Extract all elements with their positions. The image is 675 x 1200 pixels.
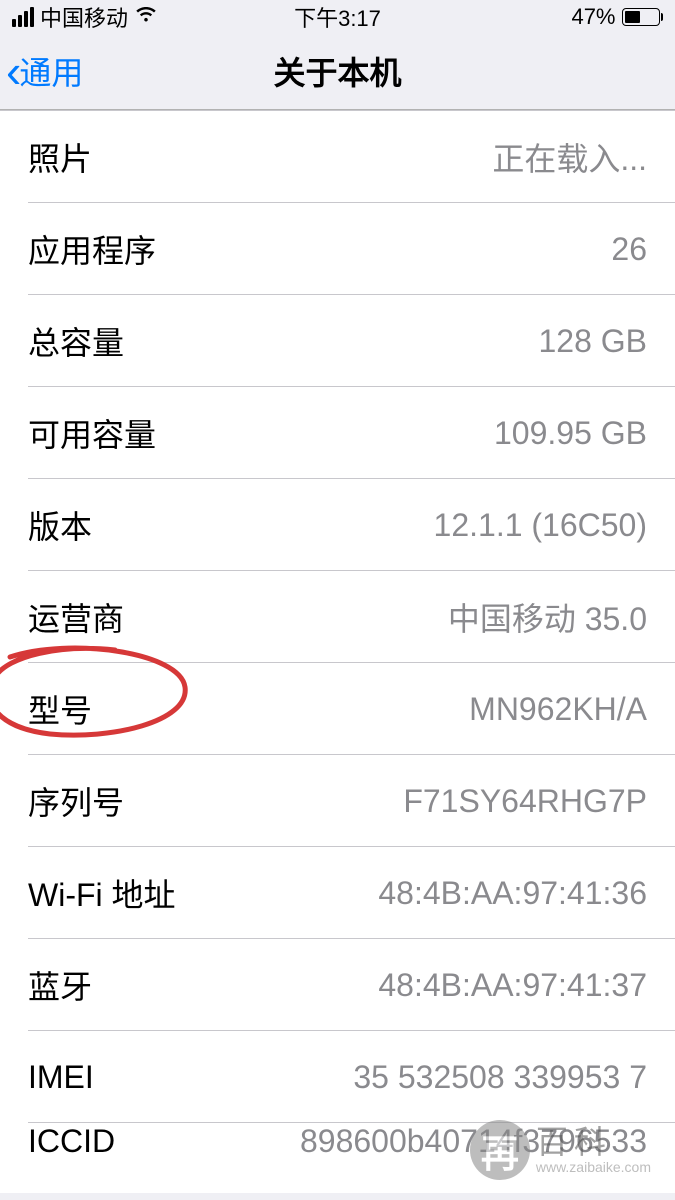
watermark-logo: 再 [470,1120,530,1180]
row-apps[interactable]: 应用程序 26 [0,203,675,295]
row-total-capacity[interactable]: 总容量 128 GB [0,295,675,387]
status-right: 47% [571,4,663,30]
row-value: 48:4B:AA:97:41:36 [378,875,647,912]
row-model[interactable]: 型号 MN962KH/A [0,663,675,755]
status-bar: 中国移动 下午3:17 47% [0,0,675,32]
row-serial[interactable]: 序列号 F71SY64RHG7P [0,755,675,847]
row-label: 型号 [28,686,92,732]
status-time: 下午3:17 [294,1,381,33]
row-bluetooth[interactable]: 蓝牙 48:4B:AA:97:41:37 [0,939,675,1031]
row-label: Wi-Fi 地址 [28,870,176,916]
row-value: 48:4B:AA:97:41:37 [378,967,647,1004]
row-label: 版本 [28,502,92,548]
row-label: 运营商 [28,594,124,640]
row-value: 正在载入... [492,134,647,180]
carrier-label: 中国移动 [40,1,128,33]
row-carrier[interactable]: 运营商 中国移动 35.0 [0,571,675,663]
row-value: 中国移动 35.0 [448,594,647,640]
page-title: 关于本机 [273,48,401,94]
row-label: 序列号 [28,778,124,824]
row-value: F71SY64RHG7P [403,783,647,820]
row-imei[interactable]: IMEI 35 532508 339953 7 [0,1031,675,1123]
wifi-icon [134,4,158,30]
row-label: 可用容量 [28,410,156,456]
row-photos[interactable]: 照片 正在载入... [0,111,675,203]
back-label: 通用 [19,48,83,94]
about-list: 照片 正在载入... 应用程序 26 总容量 128 GB 可用容量 109.9… [0,110,675,1193]
row-value: 26 [611,231,647,268]
row-version[interactable]: 版本 12.1.1 (16C50) [0,479,675,571]
back-button[interactable]: ‹ 通用 [6,48,83,94]
signal-icon [12,7,34,27]
row-label: IMEI [28,1059,94,1096]
battery-percentage: 47% [571,4,615,30]
row-value: 12.1.1 (16C50) [434,507,647,544]
battery-icon [622,8,664,26]
row-wifi-address[interactable]: Wi-Fi 地址 48:4B:AA:97:41:36 [0,847,675,939]
row-label: 总容量 [28,318,124,364]
status-left: 中国移动 [12,1,158,33]
row-value: 109.95 GB [494,415,647,452]
row-label: 蓝牙 [28,962,92,1008]
navigation-bar: ‹ 通用 关于本机 [0,32,675,110]
row-available-capacity[interactable]: 可用容量 109.95 GB [0,387,675,479]
watermark: 再 百科 www.zaibaike.com [470,1120,651,1180]
row-value: 128 GB [538,323,647,360]
row-label: ICCID [28,1123,115,1160]
watermark-title: 百科 [536,1125,651,1160]
row-value: 35 532508 339953 7 [353,1059,647,1096]
row-label: 应用程序 [28,226,156,272]
row-value: MN962KH/A [469,691,647,728]
watermark-url: www.zaibaike.com [536,1160,651,1175]
row-label: 照片 [28,134,92,180]
